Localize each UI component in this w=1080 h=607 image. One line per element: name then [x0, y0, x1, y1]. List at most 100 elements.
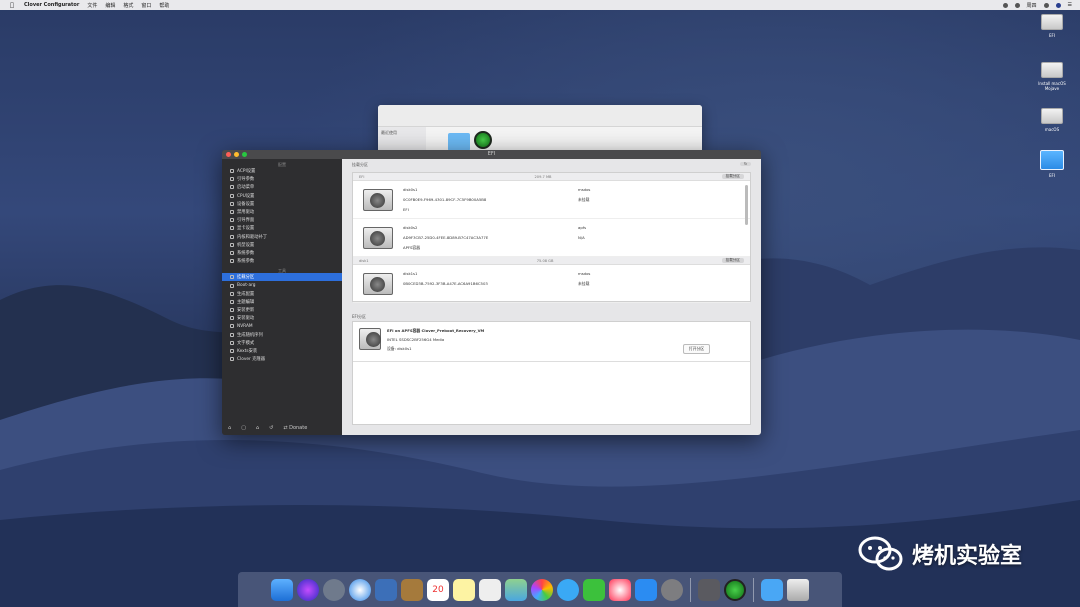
finder-icon[interactable] [271, 578, 293, 601]
clover-disk-icon[interactable] [474, 131, 492, 149]
photos-icon[interactable] [531, 578, 553, 601]
sidebar-item-nvram[interactable]: NVRAM [222, 322, 342, 330]
photos-preview-icon[interactable] [375, 578, 397, 601]
sidebar-item-random-serial[interactable]: 生成随机序列 [222, 331, 342, 339]
facetime-icon[interactable] [583, 578, 605, 601]
desktop-drive-efi[interactable]: EFI [1035, 14, 1069, 38]
mount-partition-button[interactable]: 挂载分区 [721, 258, 744, 263]
partition-uuid: 0B0CED3B-7592-3F3B-A47E-AC6A91B6C503 [403, 281, 488, 286]
efi-panel: EFI on APFS容器 Clover_Preboot_Recovery_VM… [352, 321, 751, 425]
sidebar-item-label: 设备设置 [237, 201, 255, 207]
desktop-drive-macos[interactable]: macOS [1035, 108, 1069, 132]
sidebar-item-system-params-2[interactable]: 系统参数 [222, 257, 342, 265]
sidebar-item-boot-menu[interactable]: 启动菜单 [222, 183, 342, 191]
sidebar: 配置 ACPI设置 引导参数 启动菜单 CPU设置 设备设置 禁用驱动 引导界面… [222, 159, 342, 435]
desktop-folder-efi[interactable]: EFI [1035, 150, 1069, 178]
device-icon [230, 201, 234, 206]
menu-list-icon[interactable]: ☰ [1068, 2, 1072, 8]
user-icon[interactable] [1055, 2, 1061, 8]
trash-icon[interactable] [787, 578, 809, 601]
sidebar-item-install-update[interactable]: 安装更新 [222, 306, 342, 314]
sidebar-item-label: 生成配置 [237, 291, 255, 297]
notes-icon[interactable] [453, 578, 475, 601]
download-icon [230, 308, 234, 313]
home-icon[interactable]: ⌂ [228, 425, 231, 431]
sidebar-item-text-mode[interactable]: 文字模式 [222, 339, 342, 347]
sidebar-item-gui[interactable]: 引导界面 [222, 216, 342, 224]
hard-disk-icon [363, 189, 393, 211]
partition-mount-status: N/A [578, 235, 585, 240]
share-icon[interactable]: ↺ [269, 425, 273, 431]
nvram-icon [230, 324, 234, 329]
partition-row[interactable]: disk1s1 0B0CED3B-7592-3F3B-A47E-AC6A91B6… [353, 265, 750, 303]
sidebar-item-system-params[interactable]: 系统参数 [222, 249, 342, 257]
finder-window[interactable]: 最近使用 [378, 105, 702, 153]
sidebar-item-kernel-patches[interactable]: 内核和驱动补丁 [222, 233, 342, 241]
menu-item-format[interactable]: 格式 [123, 2, 133, 9]
system-preferences-icon[interactable] [661, 578, 683, 601]
sidebar-item-boot[interactable]: 引导参数 [222, 175, 342, 183]
menu-icon [230, 185, 234, 190]
siri-icon[interactable] [297, 578, 319, 601]
terminal-icon [230, 283, 234, 288]
menu-item-window[interactable]: 窗口 [141, 2, 151, 9]
sidebar-item-theme-editor[interactable]: 主题编辑 [222, 298, 342, 306]
apple-menu-icon[interactable]:  [8, 2, 16, 9]
sidebar-item-mount-efi[interactable]: 挂载分区 [222, 273, 342, 282]
folder-icon[interactable] [448, 133, 470, 151]
sidebar-item-install-drivers[interactable]: 安装驱动 [222, 314, 342, 322]
safari-icon[interactable] [349, 578, 371, 601]
partitions-scrollbar[interactable] [745, 185, 748, 225]
messages-icon[interactable] [557, 578, 579, 601]
partition-mount-status: 未挂载 [578, 281, 590, 286]
desktop-icon-label: EFI [1048, 173, 1055, 178]
menu-item-file[interactable]: 文件 [87, 2, 97, 9]
wifi-icon[interactable] [1002, 2, 1008, 8]
calendar-icon[interactable]: 20 [427, 578, 449, 601]
sidebar-item-acpi[interactable]: ACPI设置 [222, 167, 342, 175]
volume-icon[interactable] [1014, 2, 1020, 8]
clover-configurator-icon[interactable] [724, 578, 746, 601]
sidebar-item-disable-drivers[interactable]: 禁用驱动 [222, 208, 342, 216]
contacts-icon[interactable] [401, 578, 423, 601]
desktop-drive-installer[interactable]: Install macOS Mojave [1035, 62, 1069, 91]
menu-app-name[interactable]: Clover Configurator [24, 2, 79, 8]
menubar-status-area: 周四 ☰ [1002, 2, 1072, 9]
sidebar-item-generate-config[interactable]: 生成配置 [222, 290, 342, 298]
launchpad-icon[interactable] [323, 578, 345, 601]
sidebar-item-kexts[interactable]: Kexts安装 [222, 347, 342, 355]
menu-item-help[interactable]: 帮助 [159, 2, 169, 9]
donate-button[interactable]: ⇄ Donate [283, 425, 307, 431]
efi-section-header: EFI分区 [342, 311, 761, 321]
sidebar-item-boot-arg[interactable]: Boot-arg [222, 281, 342, 289]
finder-sidebar-item[interactable]: 最近使用 [381, 130, 397, 135]
clover-install-icon[interactable] [698, 578, 720, 601]
partition-row[interactable]: disk0s2 AD9F3CB7-25D0-4FEE-8D89-B7C47AC3… [353, 219, 750, 257]
system-icon [230, 250, 234, 255]
disk-group-title: EFI [359, 174, 365, 179]
disk-group-header: EFI 209.7 MB 挂载分区 [353, 173, 750, 181]
partition-fs: apfs [578, 225, 587, 230]
sidebar-item-clover-cloner[interactable]: Clover 克隆器 [222, 355, 342, 363]
sidebar-item-graphics[interactable]: 显卡设置 [222, 224, 342, 232]
mount-partition-button[interactable]: 挂载分区 [721, 174, 744, 179]
reminders-icon[interactable] [479, 578, 501, 601]
search-icon[interactable] [1043, 2, 1049, 8]
sidebar-item-devices[interactable]: 设备设置 [222, 200, 342, 208]
sidebar-item-smbios[interactable]: 机型设置 [222, 241, 342, 249]
app-store-icon[interactable] [635, 578, 657, 601]
open-partition-button[interactable]: 打开分区 [683, 344, 711, 354]
partition-name: disk1s1 [403, 271, 418, 276]
music-icon[interactable] [609, 578, 631, 601]
document-icon[interactable]: ▢ [241, 425, 246, 431]
house-icon[interactable]: ⌂ [256, 425, 259, 431]
maps-icon[interactable] [505, 578, 527, 601]
menu-item-edit[interactable]: 编辑 [105, 2, 115, 9]
menubar-clock[interactable]: 周四 [1027, 2, 1037, 9]
sidebar-item-cpu[interactable]: CPU设置 [222, 192, 342, 200]
refresh-button[interactable]: ↻ [739, 162, 751, 166]
downloads-folder-icon[interactable] [761, 578, 783, 601]
partition-row[interactable]: disk0s1 0C0FB0E9-F969-4301-89CF-7C5F9B00… [353, 181, 750, 219]
efi-partition-row[interactable]: EFI on APFS容器 Clover_Preboot_Recovery_VM… [353, 322, 750, 362]
sidebar-section-tools: 工具 [278, 268, 286, 274]
